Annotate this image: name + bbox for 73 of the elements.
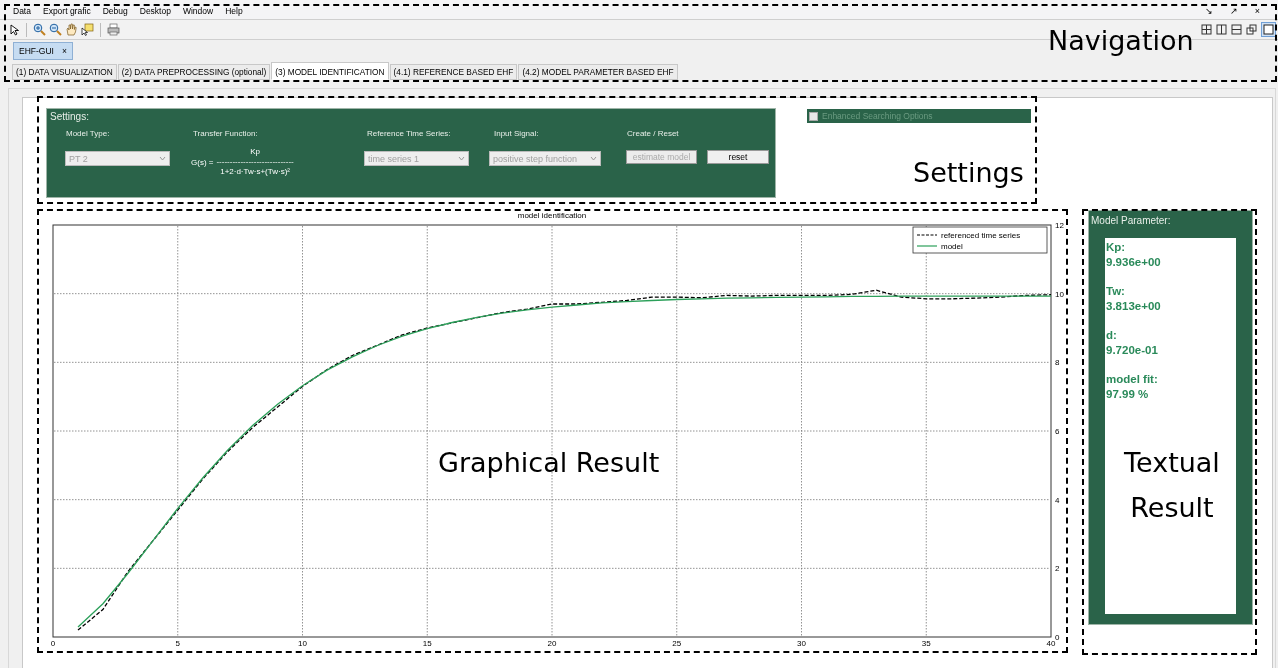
data-cursor-icon[interactable] [81,23,94,36]
formula-text: 1+2·d·Tw·s+(Tw·s)² [220,167,290,177]
two-columns-icon[interactable] [1216,24,1227,35]
legend-label: model [941,242,964,251]
axis-tick-label: 8 [1055,358,1060,368]
panel-title: Model Parameter: [1091,215,1171,226]
chevron-down-icon [458,156,465,161]
menu-item[interactable]: Debug [102,5,128,16]
field-label: Transfer Function: [193,129,258,138]
axis-tick-label: 4 [1055,495,1060,505]
window-control[interactable]: ↗ [1229,5,1238,16]
tab[interactable]: (4.1) REFERENCE BASED EHF [389,64,518,80]
axis-tick-label: 15 [422,639,432,648]
panel-title: Settings: [50,111,89,122]
formula-text: ----------------------------- [216,157,294,167]
tile-grid-icon[interactable] [1201,24,1212,35]
parameter-value: 3.813e+00 [1106,298,1162,313]
parameter-name: Kp: [1106,240,1127,255]
tab[interactable]: (4.2) MODEL PARAMETER BASED EHF [518,64,678,80]
close-icon[interactable]: × [61,46,67,56]
tab[interactable]: (3) MODEL IDENTIFICATION [271,62,389,80]
tab[interactable]: (1) DATA VISUALIZATION [12,64,117,80]
button[interactable]: reset [707,150,769,164]
annotation-label: Navigation [1048,24,1194,58]
chart-title: model identification [517,211,587,220]
axis-tick-label: 25 [672,639,682,648]
parameter-name: Tw: [1106,284,1126,299]
axis-tick-label: 2 [1055,564,1060,574]
axis-tick-label: 10 [1055,289,1064,299]
hand-icon[interactable] [65,23,78,36]
field-label: Create / Reset [627,129,679,138]
menu-item[interactable]: Data [13,5,31,16]
parameter-value: 9.720e-01 [1106,342,1159,357]
axis-tick-label: 10 [298,639,307,648]
menu-item[interactable]: Export grafic [42,5,91,16]
annotation-label: Graphical Result [438,446,660,480]
axis-tick-label: 0 [1055,633,1060,642]
document-tab[interactable]: EHF-GUI × [13,42,73,60]
pointer-icon[interactable] [10,23,20,36]
menu-item[interactable]: Desktop [139,5,171,16]
axis-tick-label: 5 [175,639,180,648]
floating-windows-icon[interactable] [1246,24,1257,35]
chevron-down-icon [159,156,166,161]
annotation-label: Settings [913,156,1024,190]
axis-tick-label: 12 [1055,221,1064,230]
axis-tick-label: 20 [547,639,557,648]
zoom-out-icon[interactable] [49,23,62,36]
printer-icon[interactable] [107,23,120,36]
field-label: Model Type: [66,129,110,138]
parameter-value: 97.99 % [1106,386,1150,401]
axis-tick-label: 6 [1055,427,1060,436]
parameter-name: d: [1106,328,1118,343]
menu-item[interactable]: Help [225,5,243,16]
maximize-icon[interactable] [1261,22,1276,37]
axis-tick-label: 0 [50,639,56,648]
formula-text: Kp [250,147,260,157]
annotation-label: Textual Result [1123,446,1221,525]
window-control[interactable]: × [1254,5,1260,16]
axis-tick-label: 40 [1046,639,1056,648]
parameter-name: model fit: [1106,372,1159,387]
formula-text: G(s) = [191,157,214,167]
menu-item[interactable]: Window [182,5,214,16]
field-label: Input Signal: [494,129,539,138]
axis-tick-label: 35 [921,639,931,648]
field-label: Reference Time Series: [367,129,451,138]
two-rows-icon[interactable] [1231,24,1242,35]
parameter-value: 9.936e+00 [1106,254,1162,269]
zoom-in-icon[interactable] [33,23,46,36]
axis-tick-label: 30 [797,639,806,648]
legend-label: referenced time series [941,231,1021,240]
tab[interactable]: (2) DATA PREPROCESSING (optional) [117,64,271,80]
window-control[interactable]: ↘ [1204,5,1213,16]
chevron-down-icon [590,156,597,161]
